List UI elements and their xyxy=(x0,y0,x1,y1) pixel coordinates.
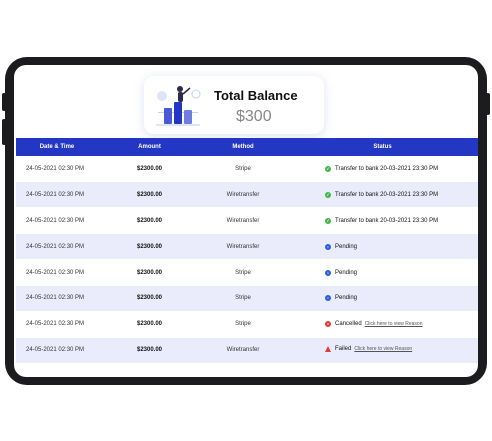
total-balance-card: Total Balance $300 xyxy=(144,76,324,134)
cell-status: • Pending xyxy=(285,285,478,312)
view-reason-link[interactable]: Click here to view Reason xyxy=(365,321,423,327)
cell-method: Wiretransfer xyxy=(201,337,285,364)
cell-status: • Pending xyxy=(285,259,478,286)
status-text: Cancelled xyxy=(335,321,362,328)
cell-amount: $2300.00 xyxy=(98,181,201,209)
table-row: 24-05-2021 02:30 PM $2300.00 Wiretransfer F… xyxy=(16,337,478,364)
cell-date: 24-05-2021 02:30 PM xyxy=(16,259,98,286)
table-body: 24-05-2021 02:30 PM $2300.00 Stripe ✓ Transf… xyxy=(16,156,478,364)
finance-illustration xyxy=(156,86,201,126)
status-indicator: ✓ Transfer to bank 20-03-2021 23:30 PM xyxy=(325,191,439,198)
cell-method: Wiretransfer xyxy=(201,181,285,209)
cell-status: × Cancelled Click here to view Reason xyxy=(285,311,478,338)
table-row: 24-05-2021 02:30 PM $2300.00 Wiretransfer ✓… xyxy=(16,181,478,209)
cell-method: Stripe xyxy=(201,285,285,312)
cell-method: Stripe xyxy=(201,156,285,183)
status-indicator: × Cancelled Click here to view Reason xyxy=(325,321,423,328)
status-text: Transfer to bank 20-03-2021 23:30 PM xyxy=(335,165,439,172)
cell-amount: $2300.00 xyxy=(98,285,201,312)
table-row: 24-05-2021 02:30 PM $2300.00 Wiretransfer •… xyxy=(16,233,478,261)
balance-title: Total Balance xyxy=(214,88,298,103)
cell-date: 24-05-2021 02:30 PM xyxy=(16,156,98,183)
status-indicator: • Pending xyxy=(325,243,358,250)
table-row: 24-05-2021 02:30 PM $2300.00 Stripe • Pendin… xyxy=(16,285,478,312)
table-row: 24-05-2021 02:30 PM $2300.00 Stripe ✓ Transf… xyxy=(16,156,478,183)
cell-status: ✓ Transfer to bank 20-03-2021 23:30 PM xyxy=(285,156,478,183)
status-indicator: ✓ Transfer to bank 20-03-2021 23:30 PM xyxy=(325,217,439,224)
cell-method: Stripe xyxy=(201,311,285,338)
header-amount: Amount xyxy=(98,138,201,156)
table-row: 24-05-2021 02:30 PM $2300.00 Stripe • Pendin… xyxy=(16,259,478,286)
clock-circle-icon: • xyxy=(325,295,331,302)
cell-date: 24-05-2021 02:30 PM xyxy=(16,285,98,312)
transactions-table: Date & Time Amount Method Status 24-05-2… xyxy=(16,138,478,364)
table-row: 24-05-2021 02:30 PM $2300.00 Stripe × Cancel… xyxy=(16,311,478,338)
header-date: Date & Time xyxy=(16,138,98,156)
table-header-row: Date & Time Amount Method Status xyxy=(16,138,478,156)
cell-amount: $2300.00 xyxy=(98,156,201,183)
cell-amount: $2300.00 xyxy=(98,311,201,338)
cell-date: 24-05-2021 02:30 PM xyxy=(16,207,98,235)
check-circle-icon: ✓ xyxy=(325,217,331,224)
clock-circle-icon: • xyxy=(325,269,331,276)
cell-date: 24-05-2021 02:30 PM xyxy=(16,311,98,338)
cell-amount: $2300.00 xyxy=(98,233,201,261)
cell-status: Failed Click here to view Reason xyxy=(285,337,478,364)
header-method: Method xyxy=(201,138,285,156)
check-circle-icon: ✓ xyxy=(325,165,331,172)
status-indicator: Failed Click here to view Reason xyxy=(325,346,412,353)
tablet-frame: Total Balance $300 Date & Time Amount Me… xyxy=(2,57,490,385)
warning-triangle-icon xyxy=(325,346,331,353)
cell-amount: $2300.00 xyxy=(98,207,201,235)
status-text: Pending xyxy=(335,269,358,276)
status-text: Failed xyxy=(335,346,352,353)
clock-circle-icon: • xyxy=(325,243,331,250)
view-reason-link[interactable]: Click here to view Reason xyxy=(354,346,412,352)
cell-date: 24-05-2021 02:30 PM xyxy=(16,337,98,364)
cell-date: 24-05-2021 02:30 PM xyxy=(16,181,98,209)
cell-method: Wiretransfer xyxy=(201,207,285,235)
header-status: Status xyxy=(285,138,478,156)
tablet-screen: Total Balance $300 Date & Time Amount Me… xyxy=(14,65,478,377)
status-indicator: • Pending xyxy=(325,295,358,302)
tablet-side-button xyxy=(486,93,490,115)
tablet-side-button xyxy=(2,93,6,111)
cell-method: Stripe xyxy=(201,259,285,286)
status-text: Pending xyxy=(335,243,358,250)
cell-status: ✓ Transfer to bank 20-03-2021 23:30 PM xyxy=(285,181,478,209)
x-circle-icon: × xyxy=(325,321,331,328)
cell-status: ✓ Transfer to bank 20-03-2021 23:30 PM xyxy=(285,207,478,235)
balance-amount: $300 xyxy=(236,108,272,125)
status-text: Pending xyxy=(335,295,358,302)
status-text: Transfer to bank 20-03-2021 23:30 PM xyxy=(335,191,439,198)
cell-method: Wiretransfer xyxy=(201,233,285,261)
status-indicator: ✓ Transfer to bank 20-03-2021 23:30 PM xyxy=(325,165,439,172)
cell-date: 24-05-2021 02:30 PM xyxy=(16,233,98,261)
status-indicator: • Pending xyxy=(325,269,358,276)
table-row: 24-05-2021 02:30 PM $2300.00 Wiretransfer ✓… xyxy=(16,207,478,235)
status-text: Transfer to bank 20-03-2021 23:30 PM xyxy=(335,217,439,224)
cell-amount: $2300.00 xyxy=(98,259,201,286)
cell-status: • Pending xyxy=(285,233,478,261)
check-circle-icon: ✓ xyxy=(325,191,331,198)
cell-amount: $2300.00 xyxy=(98,337,201,364)
tablet-side-button xyxy=(2,119,6,145)
